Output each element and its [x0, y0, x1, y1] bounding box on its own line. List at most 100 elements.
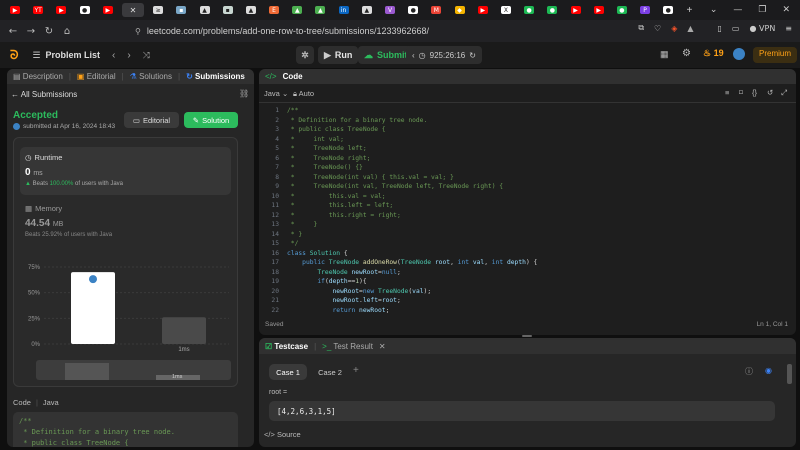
code-line[interactable]: 3 * public class TreeNode {: [259, 125, 796, 135]
new-tab-button[interactable]: +: [686, 5, 692, 16]
code-line[interactable]: 19 if(depth==1){: [259, 277, 796, 287]
solution-button[interactable]: ✎ Solution: [184, 112, 238, 128]
browser-tab[interactable]: E: [265, 3, 283, 17]
format-icon[interactable]: ≡: [725, 88, 729, 97]
prev-problem-icon[interactable]: ‹: [112, 50, 115, 61]
problem-list-link[interactable]: Problem List: [46, 50, 101, 60]
browser-tab[interactable]: ▶: [6, 3, 24, 17]
browser-tab[interactable]: ●: [404, 3, 422, 17]
user-avatar[interactable]: [13, 123, 20, 130]
tab-editorial[interactable]: ▣ Editorial: [77, 72, 116, 81]
case-1-tab[interactable]: Case 1: [269, 364, 307, 380]
memory-card[interactable]: ▦ Memory 44.54 MB Beats 25.92% of users …: [20, 204, 231, 244]
browser-tab[interactable]: ●: [659, 3, 677, 17]
chevron-down-icon[interactable]: ⌄: [710, 5, 718, 15]
tab-test-result[interactable]: >_ Test Result: [322, 342, 373, 351]
run-button[interactable]: ▶ Run: [318, 46, 359, 64]
settings-icon[interactable]: ⚙: [682, 48, 691, 59]
reset-icon[interactable]: ↺: [767, 88, 773, 97]
link-icon[interactable]: ⛓: [239, 89, 249, 98]
premium-button[interactable]: Premium: [753, 47, 798, 63]
restore-icon[interactable]: ❐: [758, 5, 766, 15]
bookmark-icon[interactable]: ⌑: [739, 88, 743, 97]
panel-resize-handle[interactable]: [522, 335, 532, 337]
code-line[interactable]: 18 TreeNode newRoot=null;: [259, 268, 796, 278]
browser-tab[interactable]: ▶: [567, 3, 585, 17]
code-line[interactable]: 2 * Definition for a binary tree node.: [259, 116, 796, 126]
browser-tab[interactable]: V: [381, 3, 399, 17]
browser-tab[interactable]: ▶: [590, 3, 608, 17]
streak-counter[interactable]: ♨ 19: [703, 48, 724, 59]
bookmark-icon[interactable]: ♡: [654, 24, 661, 33]
sidebar-icon[interactable]: ▯: [718, 24, 722, 33]
timer-widget[interactable]: ‹ ◷ 925:26:16 ↻: [406, 46, 482, 64]
shuffle-icon[interactable]: ⤨: [143, 50, 150, 61]
problem-list-icon[interactable]: ☰: [32, 50, 40, 61]
editorial-button[interactable]: ▭ Editorial: [124, 112, 179, 128]
testcase-input[interactable]: [4,2,6,3,1,5]: [269, 401, 775, 421]
runtime-card[interactable]: ◷ Runtime 0 ms ▲ Beats 100.00% of users …: [20, 147, 231, 195]
chart-overview[interactable]: 1ms: [36, 360, 231, 380]
browser-tab[interactable]: ▶: [52, 3, 70, 17]
code-line[interactable]: 21 newRoot.left=root;: [259, 296, 796, 306]
avatar[interactable]: [733, 48, 745, 60]
code-editor[interactable]: 1/** 2 * Definition for a binary tree nod…: [259, 106, 796, 314]
browser-tab[interactable]: ▶: [99, 3, 117, 17]
browser-tab[interactable]: in: [335, 3, 353, 17]
back-icon[interactable]: ←: [4, 26, 22, 37]
browser-tab[interactable]: ▲: [196, 3, 214, 17]
next-problem-icon[interactable]: ›: [127, 50, 130, 61]
browser-tab[interactable]: ●: [520, 3, 538, 17]
close-icon[interactable]: ✕: [379, 342, 386, 351]
code-line[interactable]: 16 class Solution {: [259, 249, 796, 259]
url-field[interactable]: ⚲ leetcode.com/problems/add-one-row-to-t…: [135, 23, 635, 39]
fullscreen-icon[interactable]: ⤢: [781, 88, 787, 98]
browser-tab[interactable]: ◆: [451, 3, 469, 17]
browser-tab[interactable]: ▲: [242, 3, 260, 17]
code-line[interactable]: 14 * }: [259, 230, 796, 240]
code-line[interactable]: 20 newRoot=new TreeNode(val);: [259, 287, 796, 297]
braces-icon[interactable]: {}: [752, 88, 757, 97]
forward-icon[interactable]: →: [22, 26, 40, 37]
code-line[interactable]: 10 * this.val = val;: [259, 192, 796, 202]
auto-indicator[interactable]: 🔒︎ Auto: [293, 89, 314, 99]
help-icon[interactable]: ⓘ: [745, 366, 753, 377]
distribution-bar-1ms[interactable]: [162, 317, 206, 344]
code-line[interactable]: 1/**: [259, 106, 796, 116]
reset-timer-icon[interactable]: ↻: [469, 51, 476, 60]
browser-tab[interactable]: ●: [543, 3, 561, 17]
browser-tab[interactable]: X: [497, 3, 515, 17]
debug-button[interactable]: ✲: [296, 46, 314, 64]
tab-description[interactable]: ▤ Description: [13, 72, 63, 81]
brave-shield-icon[interactable]: ◈: [671, 24, 677, 33]
code-line[interactable]: 17 public TreeNode addOneRow(TreeNode ro…: [259, 258, 796, 268]
reload-icon[interactable]: ↻: [40, 26, 58, 37]
language-select[interactable]: Java ⌄: [264, 89, 288, 98]
code-line[interactable]: 11 * this.left = left;: [259, 201, 796, 211]
browser-tab[interactable]: ✕: [121, 3, 144, 17]
browser-tab[interactable]: ≥: [149, 3, 167, 17]
browser-tab[interactable]: M: [427, 3, 445, 17]
layout-icon[interactable]: ▦: [660, 49, 669, 60]
code-line[interactable]: 6 * TreeNode right;: [259, 154, 796, 164]
browser-tab[interactable]: ▲: [288, 3, 306, 17]
browser-tab[interactable]: ▶: [474, 3, 492, 17]
code-line[interactable]: 13 * }: [259, 220, 796, 230]
code-line[interactable]: 15 */: [259, 239, 796, 249]
browser-tab[interactable]: ▲: [311, 3, 329, 17]
code-line[interactable]: 12 * this.right = right;: [259, 211, 796, 221]
close-window-icon[interactable]: ✕: [782, 5, 790, 15]
browser-tab[interactable]: ▪: [172, 3, 190, 17]
tab-submissions[interactable]: ↻ Submissions: [186, 72, 245, 81]
tab-solutions[interactable]: ⚗ Solutions: [130, 72, 172, 81]
wallet-icon[interactable]: ▭: [732, 24, 740, 33]
scrollbar[interactable]: [787, 364, 792, 384]
case-2-tab[interactable]: Case 2: [311, 364, 349, 380]
browser-tab[interactable]: YT: [29, 3, 47, 17]
all-submissions-link[interactable]: ← All Submissions: [11, 90, 77, 99]
share-icon[interactable]: ⧉: [638, 23, 644, 33]
view-icon[interactable]: ◉: [765, 366, 772, 375]
tab-testcase[interactable]: ☑ Testcase: [265, 342, 308, 351]
rewards-icon[interactable]: ▲: [687, 24, 693, 33]
minimize-icon[interactable]: —: [733, 5, 742, 15]
